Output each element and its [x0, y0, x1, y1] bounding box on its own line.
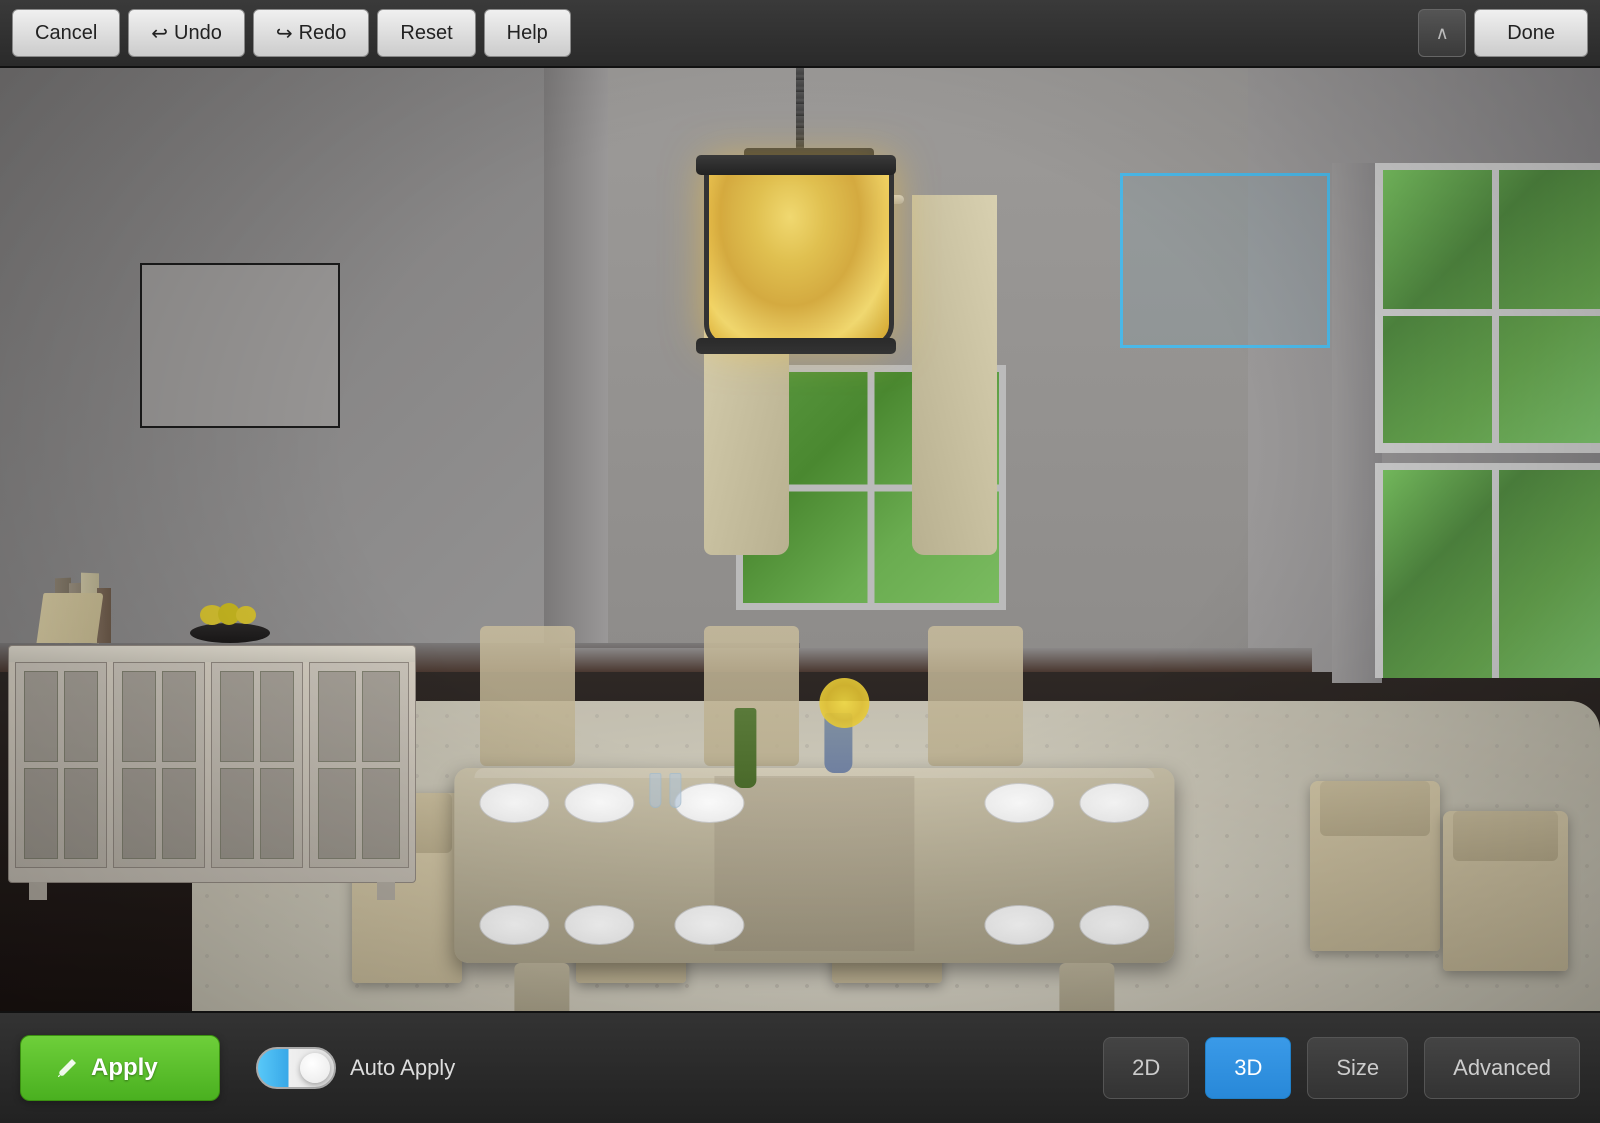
2d-label: 2D — [1132, 1055, 1160, 1081]
redo-icon: ↪ — [276, 21, 293, 46]
redo-button[interactable]: ↪ Redo — [253, 9, 370, 57]
sideboard-books — [55, 573, 175, 643]
chandelier-body — [704, 158, 894, 348]
sideboard-door-4 — [309, 662, 409, 868]
toggle-knob — [300, 1053, 330, 1083]
room-scene-container — [0, 68, 1600, 1011]
done-label: Done — [1507, 22, 1555, 44]
collapse-button[interactable]: ∧ — [1418, 9, 1466, 57]
cancel-label: Cancel — [35, 22, 97, 45]
bottom-toolbar: Apply Auto Apply 2D 3D Size Advanced — [0, 1011, 1600, 1123]
sideboard-door-3 — [211, 662, 303, 868]
selection-rectangle[interactable] — [1120, 173, 1330, 348]
chandelier-bottom-rim — [696, 338, 896, 354]
room-background — [0, 68, 1600, 1011]
undo-icon: ↩ — [151, 21, 168, 46]
chair-back-right — [928, 626, 1023, 766]
sideboard[interactable] — [8, 645, 416, 883]
advanced-label: Advanced — [1453, 1055, 1551, 1081]
advanced-button[interactable]: Advanced — [1424, 1037, 1580, 1099]
chandelier-chain — [796, 68, 804, 153]
auto-apply-toggle[interactable] — [256, 1047, 336, 1089]
window-right-bottom — [1375, 463, 1600, 678]
redo-label: Redo — [299, 22, 347, 45]
view-2d-button[interactable]: 2D — [1103, 1037, 1189, 1099]
reset-label: Reset — [400, 22, 452, 45]
auto-apply-label: Auto Apply — [350, 1055, 455, 1081]
window-right-top-frame — [1375, 443, 1600, 453]
chair-back-left — [480, 626, 575, 766]
chandelier-rim — [696, 155, 896, 175]
paintbrush-icon — [53, 1054, 81, 1082]
fruit-bowl — [190, 603, 270, 643]
undo-button[interactable]: ↩ Undo — [128, 9, 245, 57]
done-button[interactable]: Done — [1474, 9, 1588, 57]
auto-apply-section: Auto Apply — [256, 1047, 455, 1089]
window-right-top — [1375, 163, 1600, 448]
size-label: Size — [1336, 1055, 1379, 1081]
wall-art-left[interactable] — [140, 263, 340, 428]
apply-button[interactable]: Apply — [20, 1035, 220, 1101]
view-3d-button[interactable]: 3D — [1205, 1037, 1291, 1099]
right-curtain — [912, 195, 997, 555]
chair-right-2 — [1443, 811, 1568, 971]
apply-label: Apply — [91, 1054, 158, 1082]
help-button[interactable]: Help — [484, 9, 571, 57]
chevron-up-icon: ∧ — [1436, 23, 1449, 44]
dining-table[interactable] — [454, 768, 1174, 963]
top-toolbar: Cancel ↩ Undo ↪ Redo Reset Help ∧ Done — [0, 0, 1600, 68]
3d-label: 3D — [1234, 1055, 1262, 1081]
cancel-button[interactable]: Cancel — [12, 9, 120, 57]
sideboard-door-1 — [15, 662, 107, 868]
undo-label: Undo — [174, 22, 222, 45]
chair-right-1 — [1310, 781, 1440, 951]
help-label: Help — [507, 22, 548, 45]
size-button[interactable]: Size — [1307, 1037, 1408, 1099]
sideboard-door-2 — [113, 662, 205, 868]
reset-button[interactable]: Reset — [377, 9, 475, 57]
